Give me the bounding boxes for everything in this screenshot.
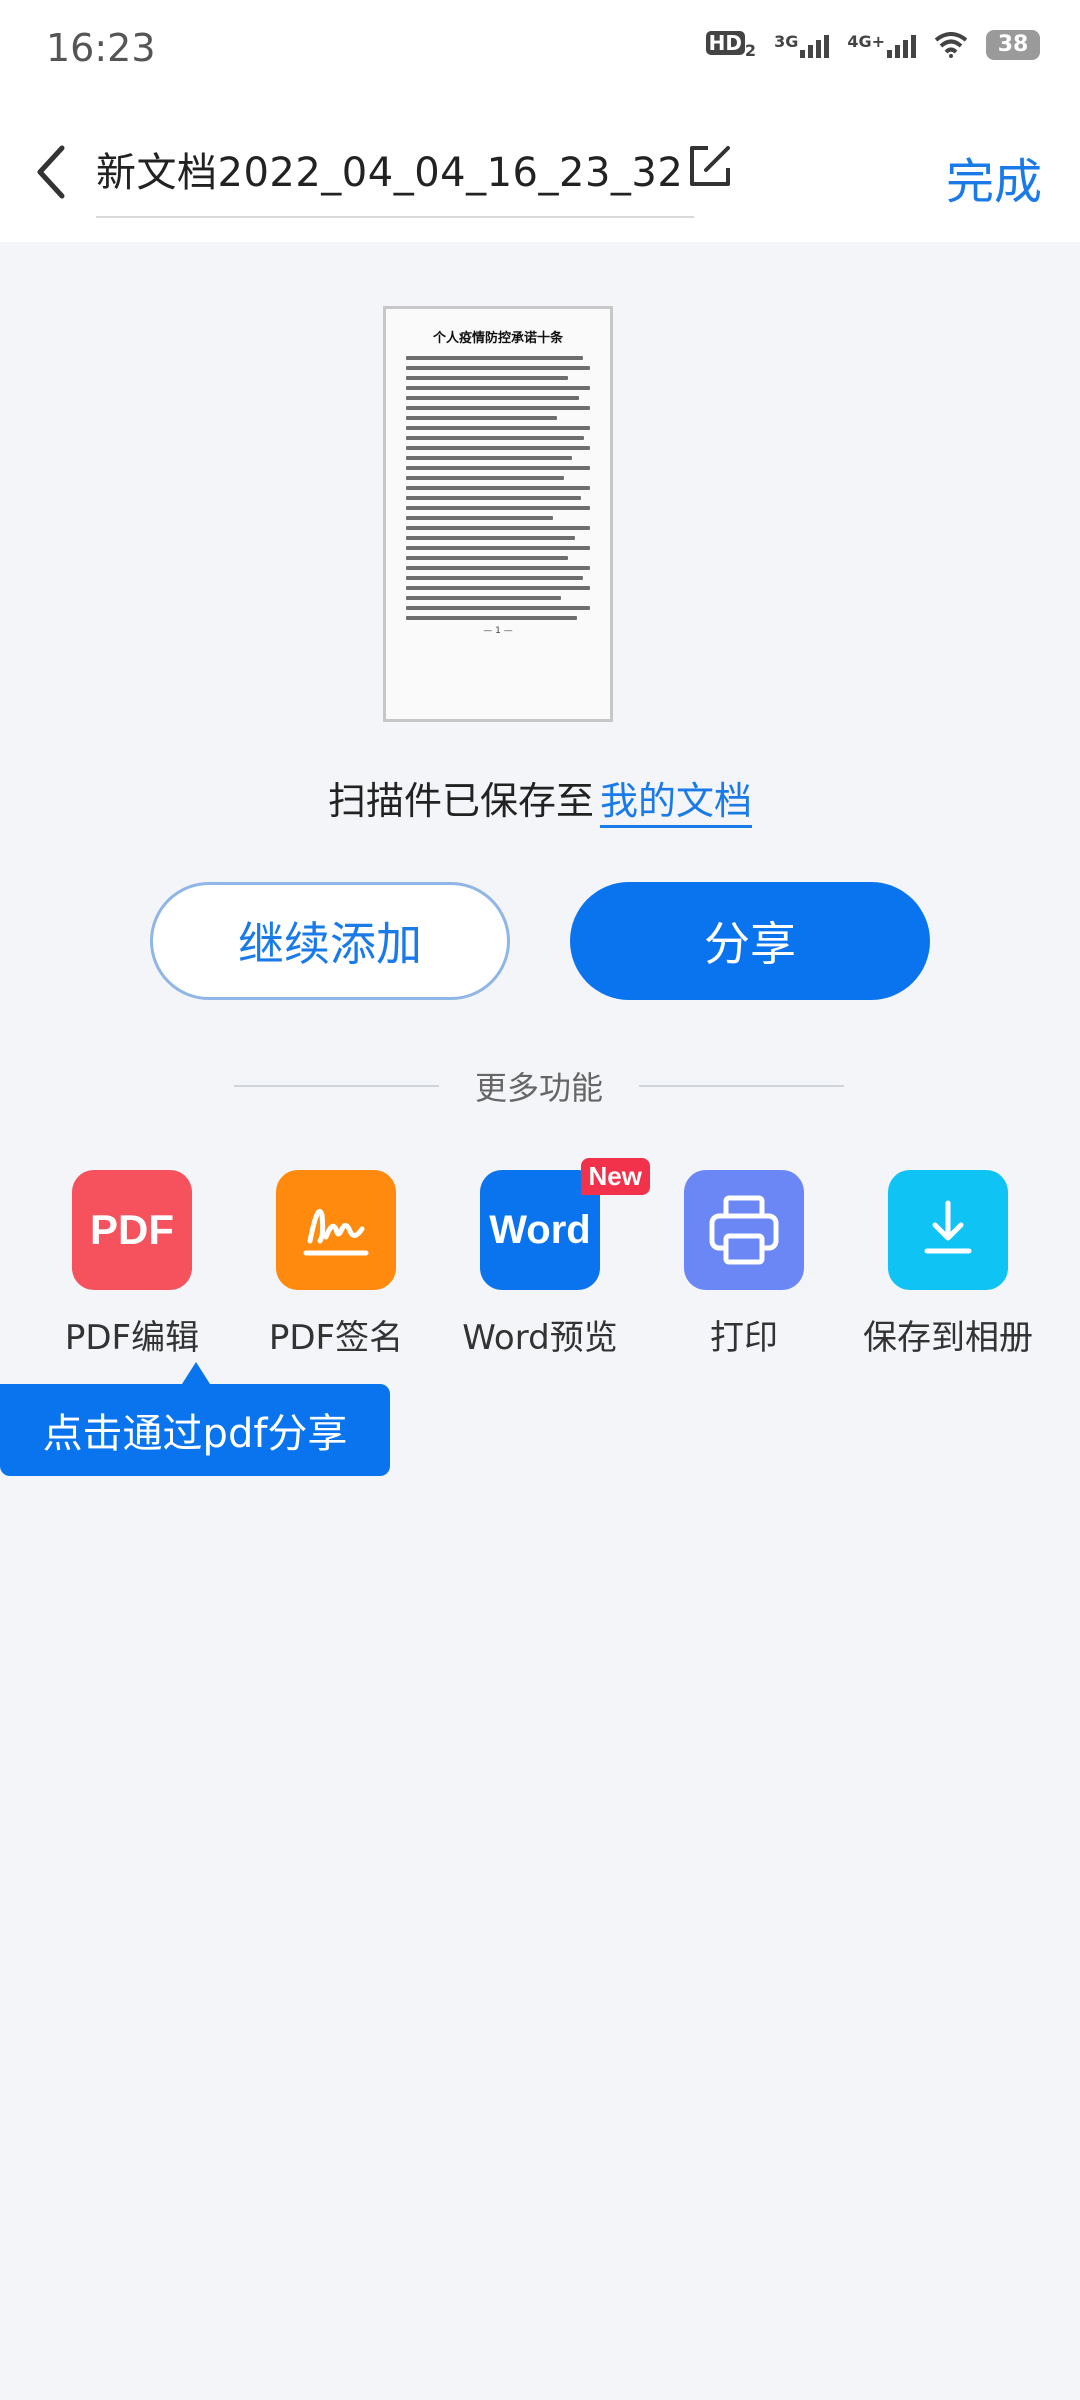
status-time: 16:23	[46, 26, 156, 70]
chevron-left-icon[interactable]	[32, 142, 72, 202]
status-bar: 16:23 HD 2 3G 4G+ 38	[0, 0, 1080, 100]
tool-pdf-edit[interactable]: PDF PDF编辑	[32, 1170, 232, 1359]
saved-text: 扫描件已保存至	[327, 779, 594, 823]
signature-icon	[276, 1170, 396, 1290]
title-underline	[96, 216, 694, 218]
more-functions-divider: 更多功能	[234, 1064, 845, 1108]
signal-3g-icon: 3G	[774, 32, 830, 58]
printer-icon	[684, 1170, 804, 1290]
page-number: — 1 —	[483, 626, 513, 636]
header-bar: 新文档2022_04_04_16_23_32 完成	[0, 100, 1080, 242]
hd-indicator: HD 2	[705, 30, 756, 60]
document-title-input[interactable]: 新文档2022_04_04_16_23_32	[96, 140, 683, 198]
tool-print[interactable]: 打印	[644, 1170, 844, 1359]
tool-label: 保存到相册	[863, 1318, 1033, 1358]
tool-label: Word预览	[462, 1318, 618, 1358]
new-badge: New	[580, 1158, 650, 1195]
signal-4g-icon: 4G+	[847, 32, 916, 58]
more-functions-label: 更多功能	[475, 1069, 604, 1107]
tool-label: PDF签名	[268, 1318, 404, 1358]
share-button[interactable]: 分享	[570, 882, 930, 1000]
document-heading: 个人疫情防控承诺十条	[432, 331, 563, 346]
tool-label: PDF编辑	[64, 1318, 200, 1358]
word-icon: Word New	[480, 1158, 650, 1290]
wifi-icon	[934, 32, 968, 58]
done-button[interactable]: 完成	[946, 142, 1042, 212]
tool-word-preview[interactable]: Word New Word预览	[440, 1158, 650, 1359]
tool-save-to-album[interactable]: 保存到相册	[848, 1170, 1048, 1359]
tooltip-arrow	[182, 1362, 210, 1384]
pdf-icon: PDF	[72, 1170, 192, 1290]
saved-notice: 扫描件已保存至 我的文档	[0, 770, 1080, 828]
battery-icon: 38	[986, 30, 1040, 60]
my-documents-link[interactable]: 我的文档	[600, 779, 753, 828]
tool-pdf-sign[interactable]: PDF签名	[236, 1170, 436, 1359]
edit-icon[interactable]	[686, 142, 734, 190]
share-via-pdf-tooltip[interactable]: 点击通过pdf分享	[0, 1384, 390, 1476]
download-icon	[888, 1170, 1008, 1290]
divider-line-left	[234, 1085, 439, 1087]
divider-line-right	[639, 1085, 845, 1087]
status-icons: HD 2 3G 4G+ 38	[705, 30, 1040, 60]
scanned-document-thumbnail[interactable]: 个人疫情防控承诺十条 — 1 —	[383, 306, 613, 722]
tool-label: 打印	[710, 1318, 778, 1358]
continue-adding-button[interactable]: 继续添加	[150, 882, 510, 1000]
